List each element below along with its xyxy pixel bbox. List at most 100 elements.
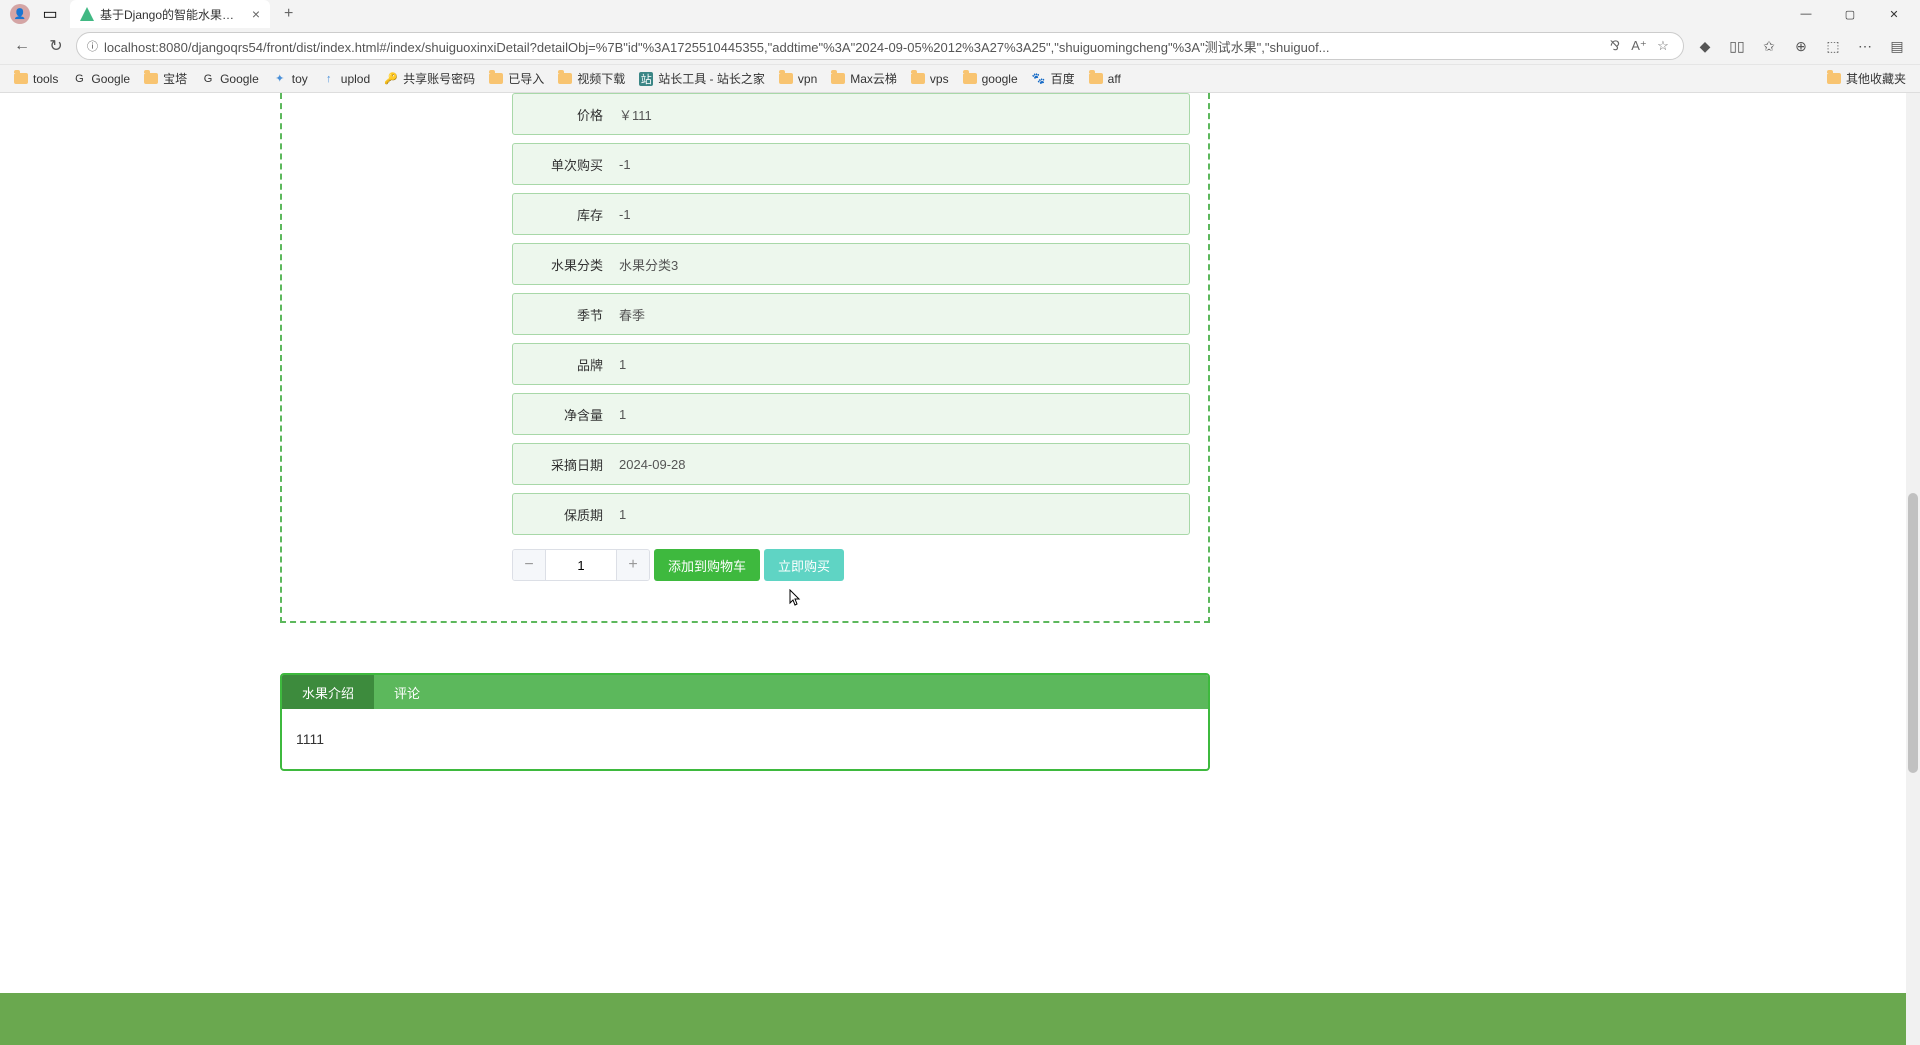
quantity-increase-button[interactable]: + bbox=[617, 550, 649, 580]
info-row-season: 季节 春季 bbox=[512, 293, 1190, 335]
tab-overview-icon[interactable]: ▭ bbox=[38, 2, 62, 26]
product-detail-panel: 价格 ￥111 单次购买 -1 库存 -1 水果分类 水果分类3 季节 春季 品… bbox=[280, 93, 1210, 623]
baidu-icon: 🐾 bbox=[1032, 72, 1046, 86]
label-pick-date: 采摘日期 bbox=[513, 455, 613, 474]
folder-icon bbox=[14, 73, 28, 84]
quantity-input[interactable] bbox=[545, 550, 617, 580]
folder-icon bbox=[144, 73, 158, 84]
value-stock: -1 bbox=[613, 207, 631, 222]
refresh-button[interactable]: ↻ bbox=[42, 32, 70, 60]
label-season: 季节 bbox=[513, 305, 613, 324]
site-info-icon[interactable]: ⓘ bbox=[87, 38, 98, 54]
tab-close-icon[interactable]: × bbox=[252, 6, 260, 22]
back-button[interactable]: ← bbox=[8, 32, 36, 60]
bookmark-imported[interactable]: 已导入 bbox=[483, 67, 550, 90]
bookmark-max[interactable]: Max云梯 bbox=[825, 67, 903, 90]
sidebar-icon[interactable]: ▤ bbox=[1882, 32, 1912, 60]
bookmark-other[interactable]: 其他收藏夹 bbox=[1821, 67, 1912, 90]
toy-icon: ✦ bbox=[273, 72, 287, 86]
bookmarks-bar: tools GGoogle 宝塔 GGoogle ✦toy ↑uplod 🔑共享… bbox=[0, 64, 1920, 92]
bookmark-vpn[interactable]: vpn bbox=[773, 69, 823, 89]
bookmark-baota[interactable]: 宝塔 bbox=[138, 67, 193, 90]
quantity-decrease-button[interactable]: − bbox=[513, 550, 545, 580]
add-to-cart-button[interactable]: 添加到购物车 bbox=[654, 549, 760, 581]
translate-icon[interactable]: ⅋ bbox=[1605, 36, 1625, 56]
value-single-buy: -1 bbox=[613, 157, 631, 172]
nav-bar: ← ↻ ⓘ localhost:8080/djangoqrs54/front/d… bbox=[0, 28, 1920, 64]
close-window-button[interactable]: ✕ bbox=[1872, 0, 1916, 28]
favorites-icon[interactable]: ✩ bbox=[1754, 32, 1784, 60]
tabs-header: 水果介绍 评论 bbox=[282, 675, 1208, 709]
favorite-icon[interactable]: ☆ bbox=[1653, 36, 1673, 56]
folder-icon bbox=[779, 73, 793, 84]
collections-icon[interactable]: ⊕ bbox=[1786, 32, 1816, 60]
value-pick-date: 2024-09-28 bbox=[613, 457, 686, 472]
info-row-weight: 净含量 1 bbox=[512, 393, 1190, 435]
bookmark-zhanzhang[interactable]: 站站长工具 - 站长之家 bbox=[633, 67, 771, 90]
browser-chrome: 👤 ▭ 基于Django的智能水果销售系统 × + — ▢ ✕ ← ↻ ⓘ lo… bbox=[0, 0, 1920, 93]
minimize-button[interactable]: — bbox=[1784, 0, 1828, 28]
tab-content: 1111 bbox=[282, 709, 1208, 769]
tab-comment[interactable]: 评论 bbox=[374, 675, 440, 709]
info-row-single-buy: 单次购买 -1 bbox=[512, 143, 1190, 185]
folder-icon bbox=[911, 73, 925, 84]
folder-icon bbox=[1089, 73, 1103, 84]
maximize-button[interactable]: ▢ bbox=[1828, 0, 1872, 28]
extensions-icon[interactable]: ◆ bbox=[1690, 32, 1720, 60]
info-row-brand: 品牌 1 bbox=[512, 343, 1190, 385]
action-row: − + 添加到购物车 立即购买 bbox=[512, 549, 1190, 581]
info-row-pick-date: 采摘日期 2024-09-28 bbox=[512, 443, 1190, 485]
vue-favicon bbox=[80, 7, 94, 21]
profile-avatar[interactable]: 👤 bbox=[10, 4, 30, 24]
bookmark-video[interactable]: 视频下载 bbox=[552, 67, 631, 90]
folder-icon bbox=[1827, 73, 1841, 84]
vertical-scrollbar[interactable] bbox=[1906, 93, 1920, 1045]
tab-intro[interactable]: 水果介绍 bbox=[282, 675, 374, 709]
tab-title: 基于Django的智能水果销售系统 bbox=[100, 6, 244, 23]
bookmark-toy[interactable]: ✦toy bbox=[267, 69, 314, 89]
browser-tab[interactable]: 基于Django的智能水果销售系统 × bbox=[70, 0, 270, 28]
address-bar[interactable]: ⓘ localhost:8080/djangoqrs54/front/dist/… bbox=[76, 32, 1684, 60]
more-icon[interactable]: ⋯ bbox=[1850, 32, 1880, 60]
page-viewport: 价格 ￥111 单次购买 -1 库存 -1 水果分类 水果分类3 季节 春季 品… bbox=[0, 93, 1920, 1045]
value-price: ￥111 bbox=[613, 105, 652, 124]
split-screen-icon[interactable]: ▯▯ bbox=[1722, 32, 1752, 60]
bookmark-vps[interactable]: vps bbox=[905, 69, 955, 89]
bookmark-google3[interactable]: google bbox=[957, 69, 1024, 89]
label-single-buy: 单次购买 bbox=[513, 155, 613, 174]
bookmark-google[interactable]: GGoogle bbox=[66, 69, 136, 89]
bookmark-share-pwd[interactable]: 🔑共享账号密码 bbox=[378, 67, 481, 90]
label-category: 水果分类 bbox=[513, 255, 613, 274]
label-price: 价格 bbox=[513, 105, 613, 124]
info-row-shelf-life: 保质期 1 bbox=[512, 493, 1190, 535]
read-aloud-icon[interactable]: A⁺ bbox=[1629, 36, 1649, 56]
bookmark-tools[interactable]: tools bbox=[8, 69, 64, 89]
key-icon: 🔑 bbox=[384, 72, 398, 86]
zhanzhang-icon: 站 bbox=[639, 72, 653, 86]
quantity-stepper: − + bbox=[512, 549, 650, 581]
folder-icon bbox=[558, 73, 572, 84]
upload-icon: ↑ bbox=[322, 72, 336, 86]
label-weight: 净含量 bbox=[513, 405, 613, 424]
bookmark-google2[interactable]: GGoogle bbox=[195, 69, 265, 89]
extension2-icon[interactable]: ⬚ bbox=[1818, 32, 1848, 60]
folder-icon bbox=[489, 73, 503, 84]
bookmark-aff[interactable]: aff bbox=[1083, 69, 1127, 89]
window-controls: — ▢ ✕ bbox=[1784, 0, 1916, 28]
label-shelf-life: 保质期 bbox=[513, 505, 613, 524]
value-brand: 1 bbox=[613, 357, 626, 372]
value-season: 春季 bbox=[613, 305, 645, 324]
description-tabs-panel: 水果介绍 评论 1111 bbox=[280, 673, 1210, 771]
new-tab-button[interactable]: + bbox=[278, 5, 299, 23]
page-footer bbox=[0, 993, 1906, 1045]
bookmark-baidu[interactable]: 🐾百度 bbox=[1026, 67, 1081, 90]
value-weight: 1 bbox=[613, 407, 626, 422]
scrollbar-thumb[interactable] bbox=[1908, 493, 1918, 773]
info-row-price: 价格 ￥111 bbox=[512, 93, 1190, 135]
bookmark-uplod[interactable]: ↑uplod bbox=[316, 69, 376, 89]
folder-icon bbox=[831, 73, 845, 84]
value-shelf-life: 1 bbox=[613, 507, 626, 522]
tab-bar: 👤 ▭ 基于Django的智能水果销售系统 × + — ▢ ✕ bbox=[0, 0, 1920, 28]
url-text: localhost:8080/djangoqrs54/front/dist/in… bbox=[104, 37, 1599, 56]
buy-now-button[interactable]: 立即购买 bbox=[764, 549, 844, 581]
